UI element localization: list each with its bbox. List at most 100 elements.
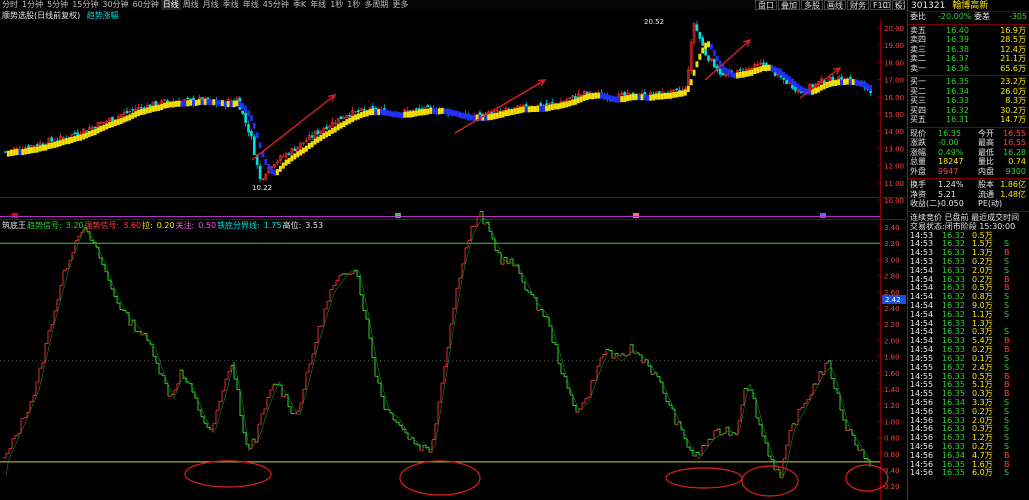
- ribbon-segment: [848, 79, 852, 86]
- candle-body: [125, 110, 129, 114]
- candle-body: [316, 130, 320, 135]
- stat-row: 现价 16.35 今开 16.55: [908, 129, 1029, 139]
- price-axis-label: 19.00: [884, 42, 904, 50]
- candle-body: [93, 126, 97, 129]
- buys-volume: 14.7万: [1000, 115, 1026, 124]
- candle-body: [713, 59, 716, 68]
- ribbon-segment: [756, 67, 760, 74]
- ribbon-segment: [701, 47, 705, 54]
- sells-label: 卖三: [910, 44, 926, 54]
- ribbon-segment: [125, 115, 129, 122]
- ribbon-segment: [666, 92, 670, 99]
- ribbon-segment: [238, 101, 242, 108]
- indicator-axis-label: 2.40: [884, 305, 900, 313]
- stat-row: 外盘 9947 内盘 9300: [908, 167, 1029, 177]
- ribbon-segment: [782, 71, 786, 78]
- buys-price: 16.35: [946, 77, 969, 86]
- ribbon-segment: [547, 104, 551, 111]
- stat-value: 18247: [938, 157, 964, 166]
- candle-body: [585, 91, 589, 95]
- ribbon-segment: [678, 90, 682, 97]
- ribbon-segment: [594, 92, 598, 99]
- stat-value: 5.21: [938, 189, 956, 199]
- ribbon-segment: [252, 122, 256, 129]
- ribbon-segment: [579, 96, 583, 103]
- candle-body: [258, 165, 262, 180]
- tick-list[interactable]: 14:53 16.32 0.5万 14:53 16.32 1.5万 S 14:53 16.33 1…: [908, 231, 1029, 479]
- ribbon-segment: [90, 129, 94, 136]
- ribbon-segment: [623, 96, 627, 103]
- buys-price: 16.33: [946, 96, 969, 105]
- candle-body: [362, 109, 366, 111]
- quote-stats: 现价 16.35 今开 16.55 涨跌 -0.00 最高 16.55 涨幅 0.49% 最低 16.…: [908, 129, 1029, 177]
- ribbon-segment: [565, 101, 569, 108]
- ribbon-segment: [270, 168, 274, 175]
- ribbon-segment: [539, 105, 543, 112]
- ribbon-segment: [44, 144, 48, 151]
- ribbon-segment: [53, 141, 57, 148]
- sub-legend-item: 关注:: [175, 221, 195, 230]
- ribbon-segment: [232, 101, 236, 108]
- ribbon-segment: [131, 112, 135, 119]
- indicator-axis-label: 2.20: [884, 321, 900, 329]
- ribbon-segment: [857, 80, 861, 87]
- chart-area[interactable]: 20.00 19.00 18.00 17.00 16.00 15.00 14.00 13.00…: [0, 0, 907, 500]
- ribbon-segment: [189, 99, 193, 106]
- candle-body: [339, 116, 343, 119]
- sells-row: 卖四 16.39 28.5万: [908, 35, 1029, 45]
- candle-body: [293, 148, 297, 152]
- stat-label: 涨幅: [910, 147, 926, 157]
- sells-volume: 28.5万: [1000, 35, 1026, 44]
- ribbon-segment: [767, 64, 771, 71]
- ribbon-segment: [15, 149, 19, 156]
- ribbon-segment: [325, 131, 329, 138]
- tick-price: 16.35: [942, 468, 965, 478]
- ribbon-segment: [663, 93, 667, 100]
- ribbon-segment: [495, 112, 499, 119]
- sub-legend-item: 0.20: [156, 221, 175, 230]
- ribbon-segment: [519, 107, 522, 114]
- price-axis-label: 10.00: [884, 197, 904, 205]
- ribbon-segment: [160, 103, 164, 110]
- ribbon-segment: [464, 113, 467, 120]
- ribbon-segment: [516, 107, 520, 114]
- ribbon-segment: [825, 82, 829, 89]
- sells-volume: 65.6万: [1000, 63, 1026, 73]
- ribbon-segment: [802, 87, 806, 94]
- ribbon-segment: [695, 61, 699, 68]
- ribbon-segment: [137, 110, 140, 117]
- ribbon-segment: [38, 145, 42, 152]
- ribbon-segment: [796, 83, 800, 90]
- sub-legend-item: 强势信号:: [84, 221, 120, 230]
- ribbon-segment: [646, 94, 650, 101]
- ribbon-segment: [362, 111, 366, 118]
- stat-value: 0.74: [1008, 157, 1026, 166]
- buys-volume: 23.2万: [1000, 77, 1026, 86]
- low-price-marker: 10.22: [252, 184, 272, 192]
- stat-row: 换手 1.24% 股本 1.86亿: [908, 180, 1029, 190]
- candle-body: [154, 101, 158, 107]
- ribbon-segment: [435, 108, 438, 115]
- ribbon-segment: [533, 106, 537, 113]
- indicator-axis-label: 0.60: [884, 451, 900, 459]
- ribbon-segment: [747, 70, 751, 77]
- high-price-marker: 20.52: [644, 18, 664, 26]
- quote-panel: 301321 翰博高新 委比 -20.00% 委差 -305 卖五 16.40 16…: [907, 0, 1029, 500]
- ribbon-segment: [226, 101, 230, 108]
- ribbon-segment: [85, 132, 88, 139]
- ribbon-segment: [273, 169, 276, 176]
- candle-body: [695, 24, 699, 31]
- ribbon-segment: [759, 66, 763, 73]
- ribbon-segment: [426, 108, 430, 115]
- ribbon-segment: [218, 100, 221, 107]
- sell-orders: 卖五 16.40 16.9万 卖四 16.39 28.5万 卖三 16.38 12.4万 卖二 16…: [908, 26, 1029, 74]
- ribbon-segment: [507, 109, 511, 116]
- ribbon-segment: [438, 108, 441, 115]
- main-legend-title: 顺势选股(日线前复权): [2, 11, 81, 20]
- sells-price: 16.40: [946, 25, 969, 35]
- ribbon-segment: [67, 138, 71, 145]
- stat-label: PE(动): [978, 199, 1003, 208]
- candle-body: [27, 145, 30, 149]
- stat-label: 总量: [910, 157, 926, 166]
- candle-body: [250, 131, 253, 137]
